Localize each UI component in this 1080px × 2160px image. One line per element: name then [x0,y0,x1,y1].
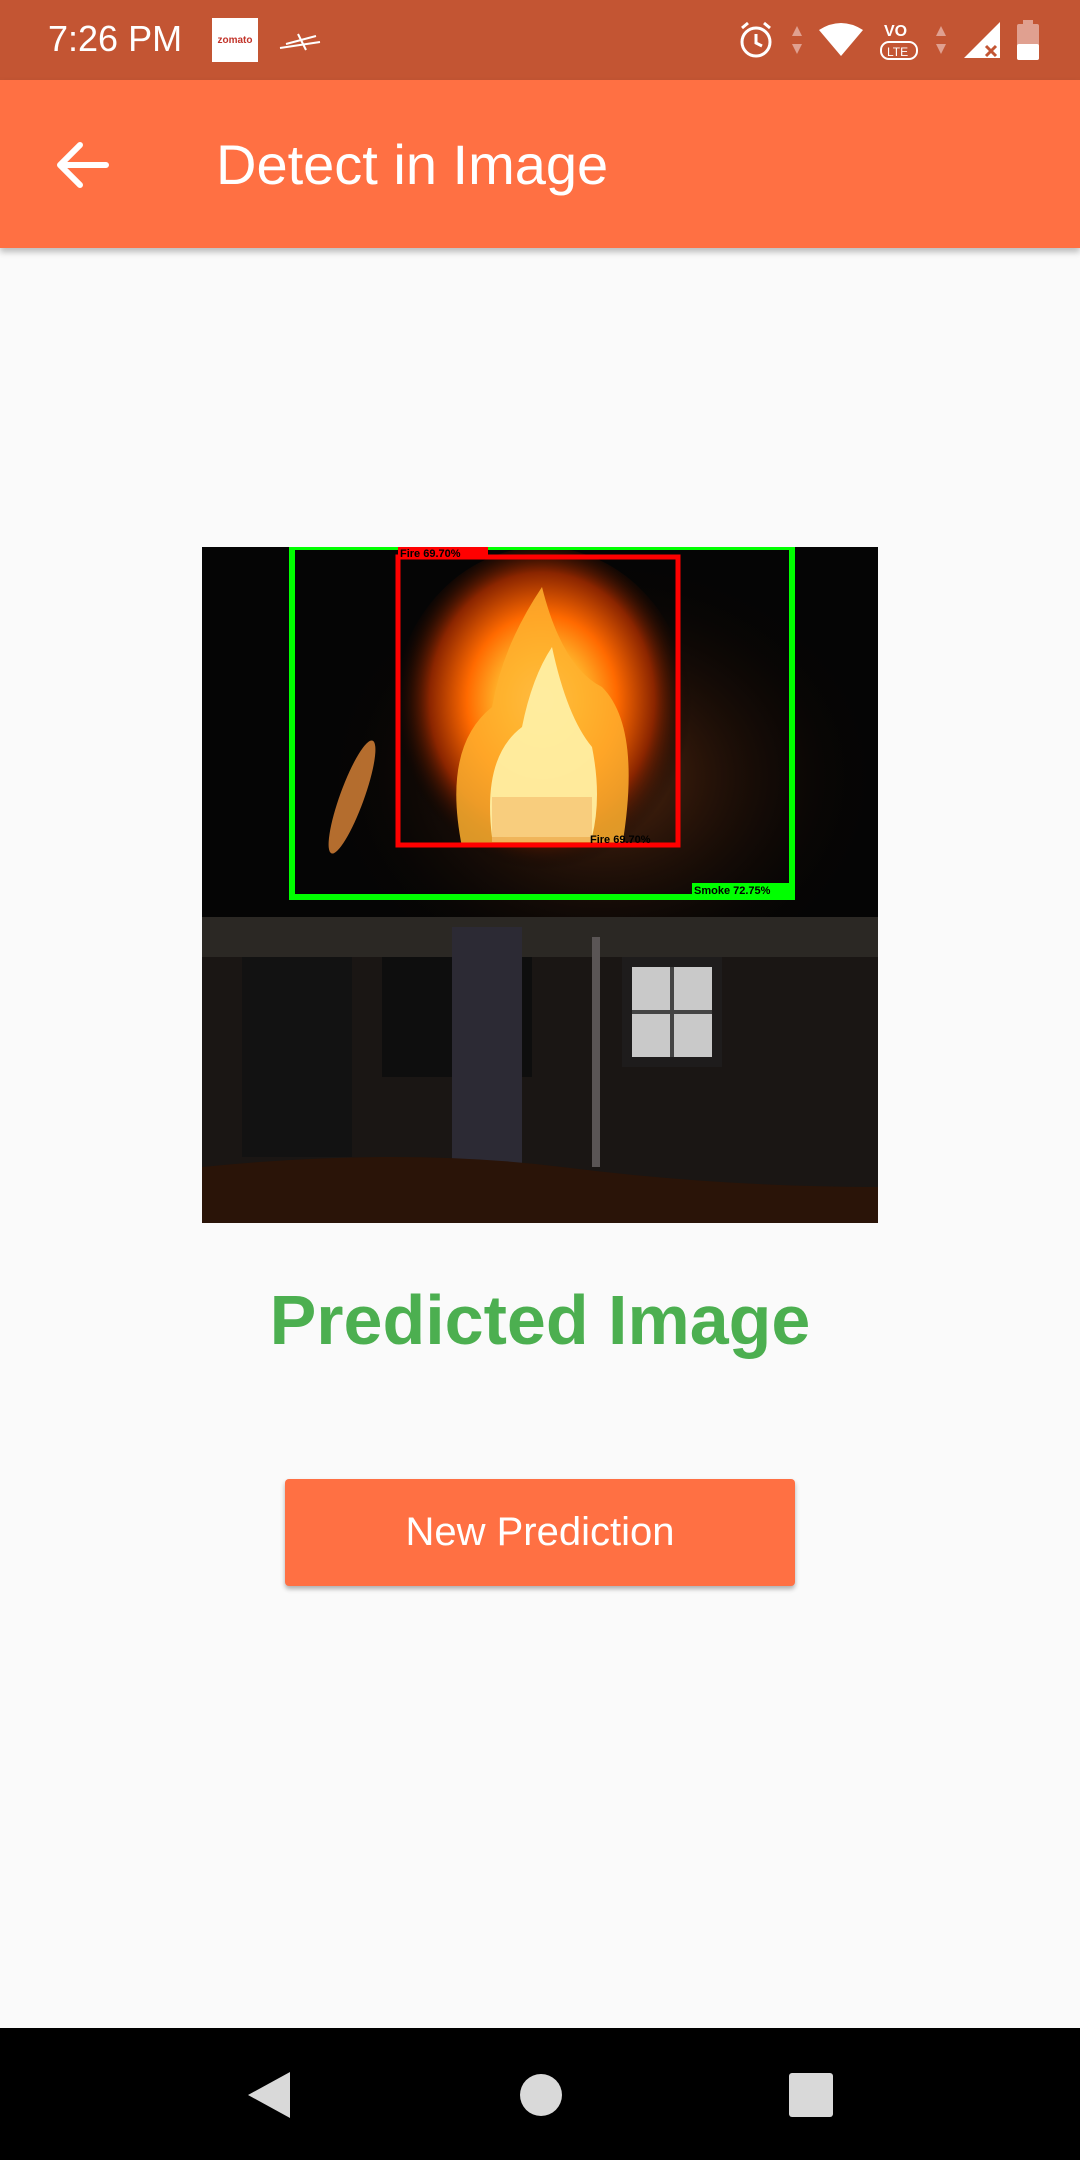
status-time: 7:26 PM [48,18,183,59]
svg-text:LTE: LTE [887,45,908,59]
navigation-bar [0,2028,1080,2160]
alarm-icon [740,21,772,58]
train-notification-icon [279,33,321,51]
status-bar: 7:26 PM zomato VO LTE [0,0,1080,80]
arrow-back-icon[interactable] [48,130,118,200]
svg-text:VO: VO [884,23,907,40]
page-title: Detect in Image [216,133,609,196]
nav-back-icon[interactable] [246,2070,292,2120]
signal-icon [964,22,1000,58]
predicted-image: Fire 69.70% Fire 69.70% Smoke 72.75% [202,547,878,1223]
volte-icon: VO LTE [880,23,918,60]
battery-icon [1017,20,1039,60]
status-icons: VO LTE [736,18,1040,62]
zomato-notification-icon: zomato [212,18,258,62]
wifi-icon [819,23,863,56]
nav-recents-icon[interactable] [788,2072,834,2118]
fire-detection-label: Fire 69.70% [590,834,651,846]
new-prediction-button[interactable]: New Prediction [285,1479,795,1586]
smoke-detection-label: Smoke 72.75% [694,885,771,897]
fire-detection-label-top: Fire 69.70% [400,548,461,560]
data-activity-icon [792,26,802,54]
predicted-image-label: Predicted Image [269,1281,811,1359]
app-bar: Detect in Image [0,80,1080,248]
data-activity-icon [936,26,946,54]
nav-home-icon[interactable] [518,2072,564,2118]
